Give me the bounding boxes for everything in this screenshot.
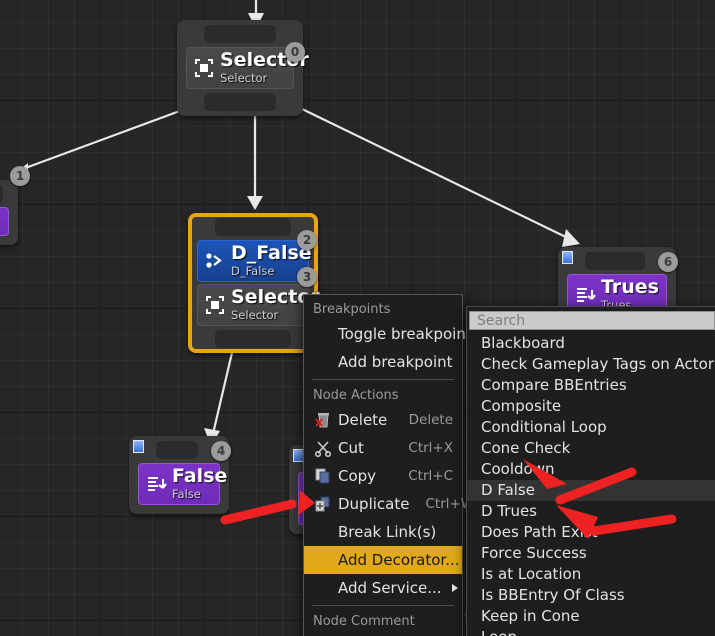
node-header-row[interactable]: Selector Selector: [197, 284, 320, 326]
composite-selector-icon: [193, 57, 215, 79]
node-header-row[interactable]: [0, 207, 9, 236]
menu-item-label: Toggle breakpoint: [338, 324, 472, 343]
decorator-item[interactable]: Conditional Loop: [467, 417, 715, 438]
decorator-icon: [204, 250, 226, 272]
decorator-item[interactable]: Loop: [467, 627, 715, 636]
blackboard-flag-icon: [133, 440, 144, 453]
blackboard-flag-icon: [562, 251, 573, 264]
menu-divider: [312, 605, 454, 606]
context-menu-section-node-actions: Node Actions: [313, 388, 399, 403]
node-decorator-row[interactable]: D_False D_False: [197, 240, 312, 282]
menu-item-label: Delete: [338, 410, 388, 429]
node-input-pin[interactable]: [204, 25, 276, 43]
node-title: Trues: [601, 276, 659, 298]
node-input-pin[interactable]: [585, 252, 645, 270]
chevron-right-icon: [451, 583, 458, 592]
decorator-search-input[interactable]: Search: [469, 311, 715, 330]
search-placeholder: Search: [477, 312, 526, 329]
menu-item-add-service[interactable]: Add Service...: [304, 574, 462, 602]
menu-item-copy[interactable]: Copy Ctrl+C: [304, 462, 462, 490]
node-header-row[interactable]: False False: [138, 463, 227, 505]
menu-item-duplicate[interactable]: Duplicate Ctrl+W: [304, 490, 474, 518]
menu-item-label: Add Service...: [338, 578, 442, 597]
menu-item-shortcut: Ctrl+C: [408, 467, 453, 484]
bt-node-d-false-selector[interactable]: D_False D_False Selector Selector 2 3: [188, 213, 320, 353]
node-input-pin[interactable]: [156, 441, 198, 459]
duplicate-icon: [313, 495, 334, 513]
copy-icon: [313, 467, 334, 485]
node-output-pin[interactable]: [204, 93, 276, 111]
node-subtitle: False: [172, 486, 201, 501]
decorator-item[interactable]: Force Success: [467, 543, 715, 564]
decorator-list[interactable]: Blackboard Check Gameplay Tags on Actor …: [467, 333, 715, 636]
decorator-item[interactable]: Cone Check: [467, 438, 715, 459]
node-execution-index-secondary: 3: [297, 267, 317, 287]
decorator-item[interactable]: Check Gameplay Tags on Actor: [467, 354, 715, 375]
menu-divider: [312, 379, 454, 380]
menu-item-label: Duplicate: [338, 494, 410, 513]
menu-item-shortcut: Ctrl+X: [408, 439, 453, 456]
bt-node-false-task[interactable]: False False 4: [129, 436, 231, 514]
menu-item-label: Break Link(s): [338, 522, 437, 541]
node-execution-index: 6: [658, 252, 678, 272]
menu-item-add-decorator[interactable]: Add Decorator...: [304, 546, 476, 574]
menu-item-label: Cut: [338, 438, 364, 457]
cut-icon: [313, 439, 334, 457]
decorator-item[interactable]: Cooldown: [467, 459, 715, 480]
composite-selector-icon: [204, 294, 226, 316]
node-title: False: [172, 465, 228, 487]
node-input-pin[interactable]: [0, 185, 3, 203]
decorator-item[interactable]: D Trues: [467, 501, 715, 522]
menu-item-break-links[interactable]: Break Link(s): [304, 518, 462, 546]
decorator-item[interactable]: Is at Location: [467, 564, 715, 585]
decorator-item[interactable]: Compare BBEntries: [467, 375, 715, 396]
node-subtitle: Selector: [220, 70, 268, 85]
menu-item-cut[interactable]: Cut Ctrl+X: [304, 434, 462, 462]
menu-item-label: Copy: [338, 466, 377, 485]
task-icon: [145, 473, 167, 495]
context-menu-section-node-comment: Node Comment: [313, 614, 415, 629]
node-input-pin[interactable]: [215, 218, 291, 236]
context-menu-section-breakpoints: Breakpoints: [313, 302, 391, 317]
decorator-item[interactable]: Composite: [467, 396, 715, 417]
menu-item-delete[interactable]: Delete Delete: [304, 406, 462, 434]
delete-icon: [313, 411, 334, 429]
decorator-item[interactable]: Blackboard: [467, 333, 715, 354]
task-icon: [574, 284, 596, 306]
node-output-pin[interactable]: [215, 330, 291, 348]
decorator-item-d-false[interactable]: D False: [467, 480, 715, 501]
behavior-tree-graph-editor[interactable]: Selector Selector 0 1 D_False D_False Se…: [0, 0, 715, 636]
menu-item-toggle-breakpoint[interactable]: Toggle breakpoint F9: [304, 320, 504, 348]
node-execution-index: 2: [297, 230, 317, 250]
bt-node-selector-root[interactable]: Selector Selector 0: [177, 20, 309, 116]
add-decorator-submenu[interactable]: Search Blackboard Check Gameplay Tags on…: [466, 306, 715, 636]
node-context-menu[interactable]: Breakpoints Toggle breakpoint F9 Add bre…: [303, 294, 504, 636]
node-header-row[interactable]: Selector Selector: [186, 47, 309, 89]
menu-item-shortcut: Delete: [408, 411, 453, 428]
decorator-item[interactable]: Does Path Exist: [467, 522, 715, 543]
decorator-item[interactable]: Keep in Cone: [467, 606, 715, 627]
menu-item-label: Add breakpoint: [338, 352, 453, 371]
menu-item-label: Add Decorator...: [338, 550, 460, 569]
node-execution-index: 0: [285, 42, 305, 62]
node-execution-index-offscreen: 1: [10, 166, 30, 186]
node-execution-index: 4: [211, 441, 231, 461]
bt-node-offscreen-left[interactable]: [0, 180, 18, 245]
decorator-item[interactable]: Is BBEntry Of Class: [467, 585, 715, 606]
menu-item-add-breakpoint[interactable]: Add breakpoint: [304, 348, 462, 376]
